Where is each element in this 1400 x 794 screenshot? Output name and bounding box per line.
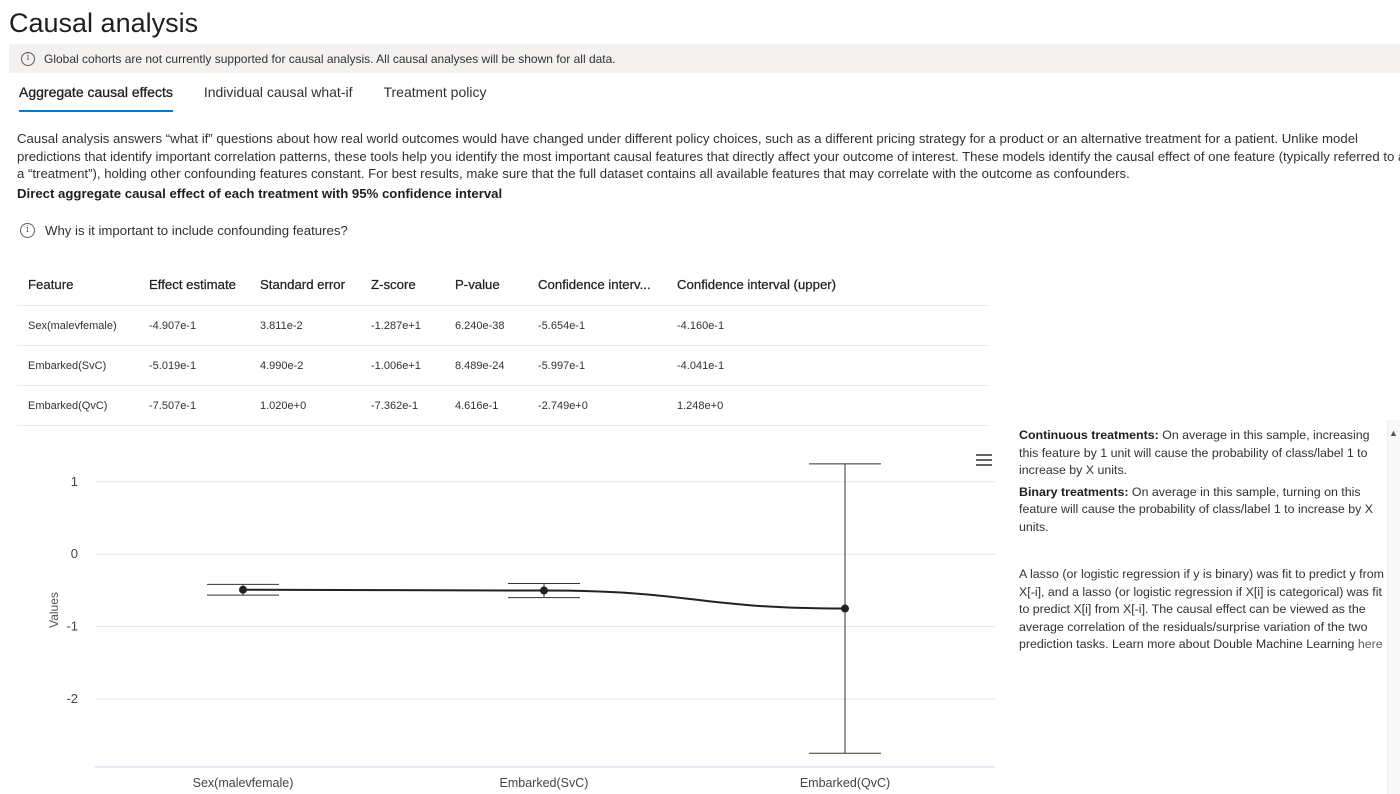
table-cell: 4.990e-2 xyxy=(260,359,304,372)
causal-effects-table: Feature Effect estimate Standard error Z… xyxy=(17,264,989,426)
data-point xyxy=(540,586,548,595)
table-cell: 6.240e-38 xyxy=(455,319,505,332)
column-header-feature[interactable]: Feature xyxy=(17,277,138,292)
table-cell: -1.006e+1 xyxy=(371,359,421,372)
description-line: Causal analysis answers “what if” questi… xyxy=(17,131,1358,146)
section-heading: Direct aggregate causal effect of each t… xyxy=(17,186,503,201)
column-header-z-score[interactable]: Z-score xyxy=(360,277,444,292)
lasso-explanation: A lasso (or logistic regression if y is … xyxy=(1019,567,1384,651)
tab-aggregate-causal-effects[interactable]: Aggregate causal effects xyxy=(19,84,173,112)
x-tick-label: Sex(malevfemale) xyxy=(193,776,294,790)
table-cell: 4.616e-1 xyxy=(455,399,499,412)
tab-treatment-policy[interactable]: Treatment policy xyxy=(383,84,486,112)
table-cell: -5.019e-1 xyxy=(149,359,197,372)
table-row: Embarked(SvC) -5.019e-1 4.990e-2 -1.006e… xyxy=(17,346,989,386)
table-cell: -5.654e-1 xyxy=(538,319,586,332)
data-point xyxy=(239,585,247,594)
chart-menu-icon[interactable] xyxy=(976,454,992,469)
column-header-effect-estimate[interactable]: Effect estimate xyxy=(138,277,249,292)
table-cell: -4.907e-1 xyxy=(149,319,197,332)
table-cell: -5.997e-1 xyxy=(538,359,586,372)
y-tick-label: 0 xyxy=(71,546,78,561)
table-cell: -4.160e-1 xyxy=(677,319,725,332)
table-cell: -7.362e-1 xyxy=(371,399,419,412)
banner-text: Global cohorts are not currently support… xyxy=(44,51,616,66)
table-cell: -4.041e-1 xyxy=(677,359,725,372)
description-line: predictions that identify important corr… xyxy=(17,148,1400,164)
x-tick-label: Embarked(QvC) xyxy=(800,776,890,790)
table-row: Embarked(QvC) -7.507e-1 1.020e+0 -7.362e… xyxy=(17,386,989,426)
why-confounding-link[interactable]: i Why is it important to include confoun… xyxy=(20,223,348,238)
x-tick-label: Embarked(SvC) xyxy=(500,776,589,790)
table-cell: 3.811e-2 xyxy=(260,319,303,332)
table-cell: 1.248e+0 xyxy=(677,399,724,412)
column-header-p-value[interactable]: P-value xyxy=(444,277,527,292)
table-cell: Embarked(SvC) xyxy=(28,359,107,372)
table-row: Sex(malevfemale) -4.907e-1 3.811e-2 -1.2… xyxy=(17,306,989,346)
y-axis-label: Values xyxy=(47,592,61,628)
scroll-up-icon[interactable]: ▲ xyxy=(1389,428,1398,438)
info-banner: i Global cohorts are not currently suppo… xyxy=(9,44,1400,73)
info-icon: i xyxy=(21,51,35,66)
tab-bar: Aggregate causal effects Individual caus… xyxy=(19,84,517,112)
table-cell: -2.749e+0 xyxy=(538,399,588,412)
table-cell: -1.287e+1 xyxy=(371,319,421,332)
table-cell: -7.507e-1 xyxy=(149,399,197,412)
y-tick-label: -1 xyxy=(66,619,78,634)
table-cell: Sex(malevfemale) xyxy=(28,319,117,332)
table-cell: 1.020e+0 xyxy=(260,399,307,412)
continuous-treatments-note: Continuous treatments: On average in thi… xyxy=(1019,428,1370,477)
column-header-ci-lower[interactable]: Confidence interv... xyxy=(527,277,666,292)
y-tick-label: -2 xyxy=(66,691,78,706)
page-title: Causal analysis xyxy=(9,8,199,38)
table-cell: Embarked(QvC) xyxy=(28,399,108,412)
treatment-explanation-panel: Continuous treatments: On average in thi… xyxy=(1019,427,1384,658)
table-cell: 8.489e-24 xyxy=(455,359,505,372)
learn-more-link[interactable]: here xyxy=(1358,637,1383,651)
data-point xyxy=(841,604,849,613)
table-header: Feature Effect estimate Standard error Z… xyxy=(17,264,989,306)
binary-treatments-note: Binary treatments: On average in this sa… xyxy=(1019,484,1374,534)
description: Causal analysis answers “what if” questi… xyxy=(17,130,1400,183)
causal-effect-chart: 1 0 -1 -2 Values Sex(malevfemale) Embarked(SvC… xyxy=(47,463,995,790)
why-confounding-text: Why is it important to include confoundi… xyxy=(45,223,348,238)
info-icon: i xyxy=(20,223,35,238)
scrollbar[interactable] xyxy=(1387,420,1400,794)
tab-individual-causal-what-if[interactable]: Individual causal what-if xyxy=(204,84,353,112)
description-line: a “treatment”), holding other confoundin… xyxy=(17,166,1130,181)
column-header-standard-error[interactable]: Standard error xyxy=(249,277,360,292)
column-header-ci-upper[interactable]: Confidence interval (upper) xyxy=(666,277,866,292)
y-tick-label: 1 xyxy=(71,474,78,489)
